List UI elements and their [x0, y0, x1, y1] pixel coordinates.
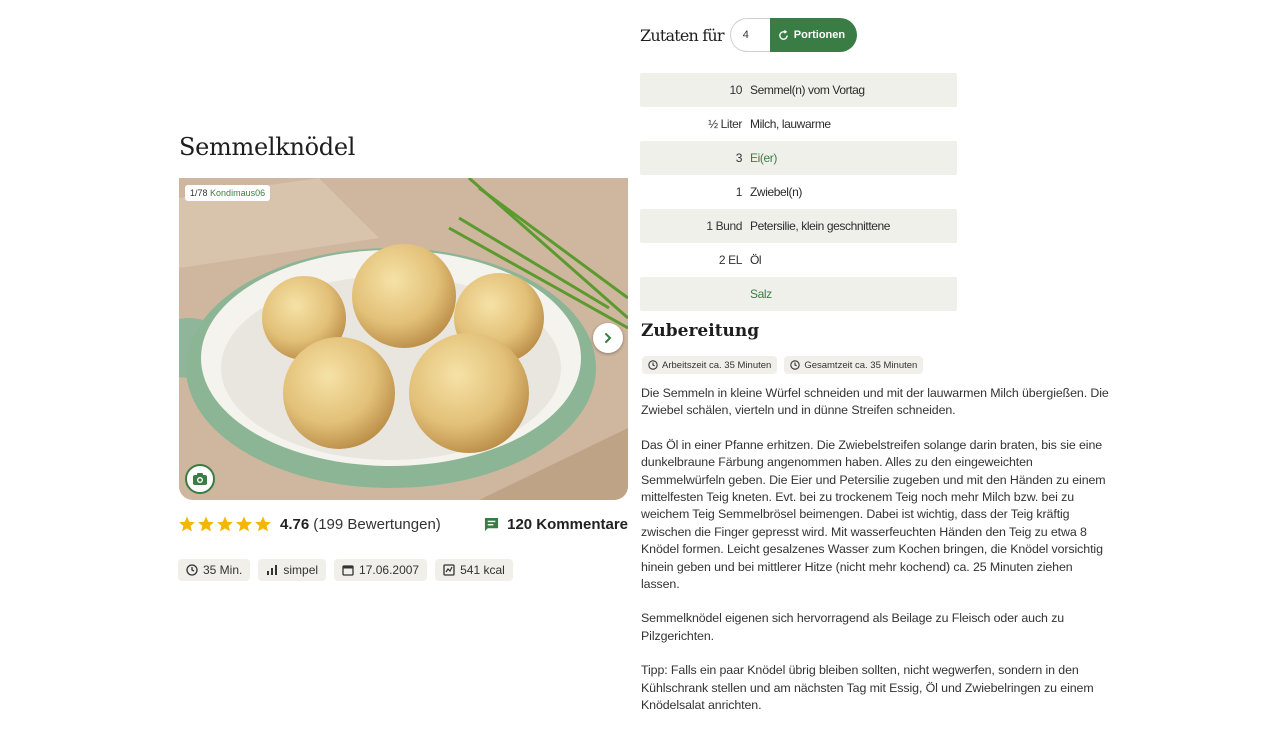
- star-icon: [217, 516, 233, 532]
- clock-icon: [648, 360, 658, 370]
- ingredient-row: 1 Zwiebel(n): [640, 175, 957, 209]
- meta-calories: 541 kcal: [435, 559, 513, 581]
- ingredient-row: ½ Liter Milch, lauwarme: [640, 107, 957, 141]
- recipe-meta: 35 Min. simpel 17.06.2007 541 kcal: [178, 559, 513, 581]
- instruction-paragraph: Semmelknödel eigenen sich hervorragend a…: [641, 611, 1065, 643]
- ingredient-row: 2 EL Öl: [640, 243, 957, 277]
- ingredient-amount: 3: [735, 151, 743, 165]
- total-time-text: Gesamtzeit ca. 35 Minuten: [804, 359, 918, 371]
- comments-link[interactable]: 120 Kommentare: [484, 516, 628, 533]
- portions-button[interactable]: Portionen: [769, 18, 858, 52]
- rating-value: 4.76: [280, 515, 310, 533]
- difficulty-icon: [267, 565, 278, 575]
- star-icon: [236, 516, 252, 532]
- meta-time-text: 35 Min.: [203, 563, 243, 577]
- next-image-button[interactable]: [593, 323, 623, 353]
- clock-icon: [186, 564, 198, 576]
- chevron-right-icon: [605, 333, 612, 343]
- ingredient-name: Öl: [750, 253, 762, 267]
- nutrition-icon: [443, 564, 455, 576]
- rating-count: (199 Bewertungen): [313, 515, 441, 533]
- star-icon: [255, 516, 271, 532]
- ingredients-heading: Zutaten für: [640, 25, 725, 45]
- star-icon: [198, 516, 214, 532]
- ingredient-link[interactable]: Ei(er): [750, 151, 777, 165]
- ingredient-amount: 1 Bund: [706, 219, 742, 233]
- ingredient-name: Zwiebel(n): [750, 185, 803, 199]
- ingredient-link[interactable]: Salz: [750, 287, 772, 301]
- meta-date-text: 17.06.2007: [359, 563, 420, 577]
- meta-difficulty: simpel: [258, 559, 327, 581]
- camera-icon: [193, 473, 207, 485]
- ingredient-name: Petersilie, klein geschnittene: [750, 219, 891, 233]
- meta-time: 35 Min.: [178, 559, 251, 581]
- ingredient-amount: 2 EL: [718, 253, 742, 267]
- preparation-times: Arbeitszeit ca. 35 Minuten Gesamtzeit ca…: [642, 356, 924, 374]
- ingredient-row: 1 Bund Petersilie, klein geschnittene: [640, 209, 957, 243]
- portions-input[interactable]: [729, 18, 770, 52]
- recipe-title: Semmelknödel: [179, 133, 356, 161]
- recipe-image[interactable]: [179, 178, 628, 500]
- ingredient-amount: 1: [735, 185, 743, 199]
- instruction-paragraph: Die Semmeln in kleine Würfel schneiden u…: [641, 386, 1109, 418]
- star-icon: [179, 516, 195, 532]
- comments-label: 120 Kommentare: [507, 515, 628, 533]
- clock-icon: [790, 360, 801, 370]
- dumplings-photo: [179, 178, 628, 500]
- ingredient-name: Milch, lauwarme: [750, 117, 831, 131]
- upload-photo-button[interactable]: [185, 464, 215, 494]
- image-author-link[interactable]: Kondimaus06: [210, 188, 265, 198]
- image-counter: 1/78 Kondimaus06: [185, 185, 271, 201]
- portions-control: Zutaten für Portionen: [640, 18, 858, 52]
- meta-date: 17.06.2007: [334, 559, 428, 581]
- preparation-text: Die Semmeln in kleine Würfel schneiden u…: [641, 385, 1111, 732]
- calendar-icon: [342, 565, 354, 576]
- meta-difficulty-text: simpel: [283, 563, 319, 577]
- ingredient-amount: ½ Liter: [708, 117, 742, 131]
- meta-calories-text: 541 kcal: [460, 563, 505, 577]
- comment-icon: [485, 517, 499, 531]
- preparation-heading: Zubereitung: [641, 321, 760, 341]
- refresh-icon: [778, 29, 788, 40]
- ingredient-row: 3 Ei(er): [640, 141, 957, 175]
- portions-button-label: Portionen: [793, 29, 846, 41]
- image-counter-number: 1/78: [190, 188, 208, 198]
- ingredient-amount: 10: [729, 83, 742, 97]
- instruction-paragraph: Tipp: Falls ein paar Knödel übrig bleibe…: [641, 663, 1094, 713]
- ingredients-table: 10 Semmel(n) vom Vortag ½ Liter Milch, l…: [640, 73, 957, 311]
- ingredient-row: Salz: [640, 277, 957, 311]
- work-time-chip: Arbeitszeit ca. 35 Minuten: [642, 356, 778, 374]
- instruction-paragraph: Das Öl in einer Pfanne erhitzen. Die Zwi…: [641, 437, 1106, 592]
- ingredient-name: Semmel(n) vom Vortag: [750, 83, 865, 97]
- rating-row: 4.76 (199 Bewertungen) 120 Kommentare: [178, 512, 628, 536]
- rating-stars[interactable]: [178, 515, 272, 533]
- ingredient-row: 10 Semmel(n) vom Vortag: [640, 73, 957, 107]
- work-time-text: Arbeitszeit ca. 35 Minuten: [662, 359, 772, 371]
- total-time-chip: Gesamtzeit ca. 35 Minuten: [784, 356, 924, 374]
